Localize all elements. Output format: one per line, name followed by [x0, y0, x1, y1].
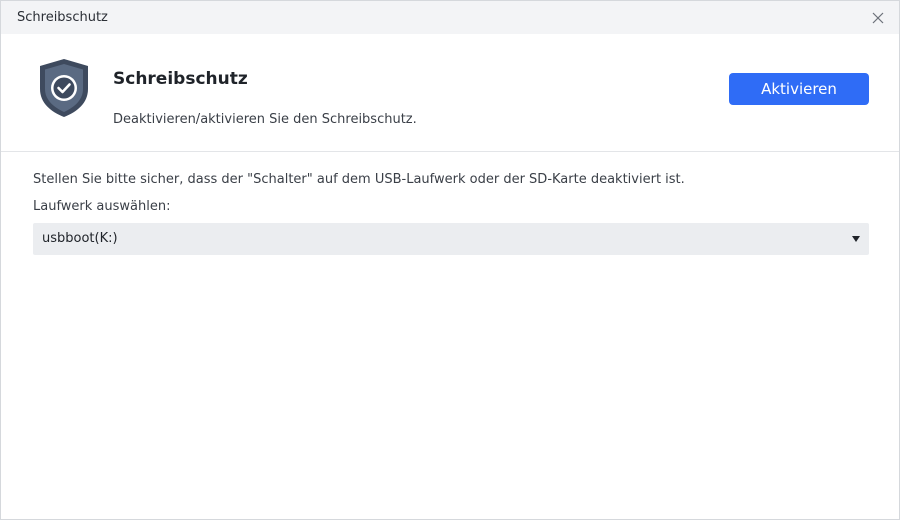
shield-check-icon	[40, 59, 88, 117]
dropdown-arrow-icon	[852, 236, 860, 242]
activate-button[interactable]: Aktivieren	[729, 73, 869, 105]
close-button[interactable]	[865, 5, 891, 31]
title-bar: Schreibschutz	[1, 1, 899, 34]
feature-description: Deaktivieren/aktivieren Sie den Schreibs…	[113, 112, 417, 127]
info-text: Stellen Sie bitte sicher, dass der "Scha…	[33, 172, 685, 187]
close-icon	[872, 12, 884, 24]
drive-select-label: Laufwerk auswählen:	[33, 199, 171, 214]
drive-select[interactable]: usbboot(K:)	[33, 223, 869, 255]
drive-select-value: usbboot(K:)	[42, 231, 118, 246]
window-title: Schreibschutz	[17, 10, 108, 25]
feature-title: Schreibschutz	[113, 69, 248, 89]
feature-header: Schreibschutz Deaktivieren/aktivieren Si…	[1, 34, 899, 152]
write-protection-dialog: Schreibschutz Schreibschutz Deaktivieren…	[0, 0, 900, 520]
